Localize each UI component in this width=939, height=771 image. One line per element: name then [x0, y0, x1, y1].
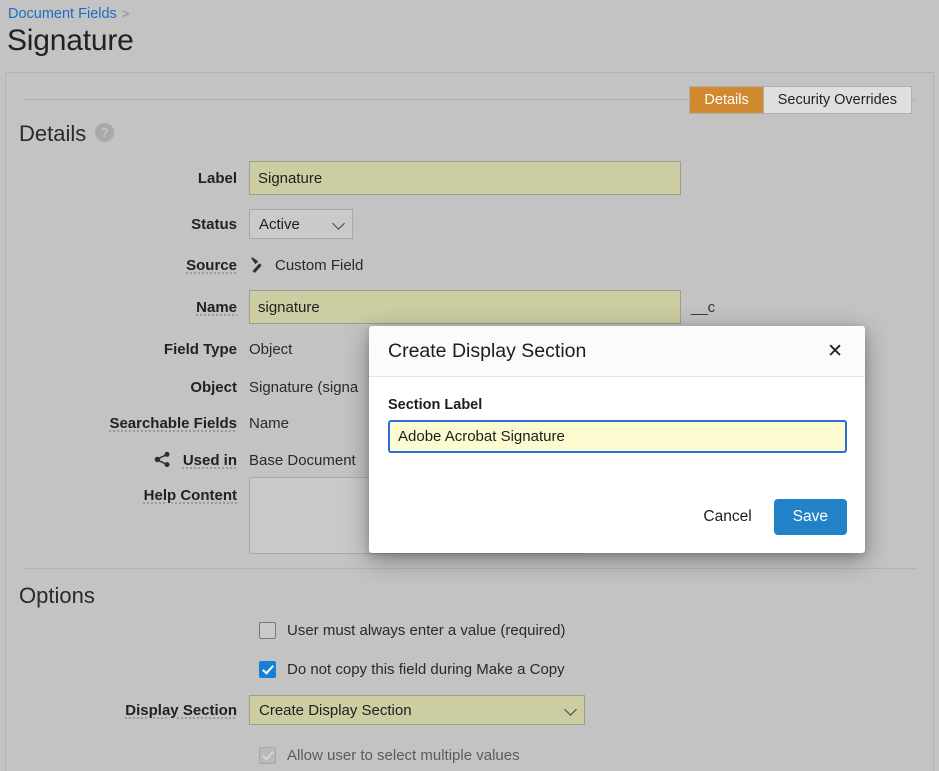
no-copy-checkbox-label: Do not copy this field during Make a Cop… — [287, 661, 565, 678]
row-status-value: Active — [249, 209, 353, 239]
row-help-content-caption: Help Content — [6, 477, 249, 504]
row-field-type-value: Object — [249, 341, 292, 358]
row-display-section-value: Create Display Section — [249, 695, 585, 725]
row-name-caption: Name — [6, 299, 249, 316]
row-label-caption: Label — [6, 170, 249, 187]
row-object-value: Signature (signa — [249, 379, 358, 396]
row-source-value: Custom Field — [249, 256, 363, 275]
row-object-caption: Object — [6, 379, 249, 396]
row-status-caption: Status — [6, 216, 249, 233]
options-section-heading: Options — [19, 583, 95, 609]
name-input[interactable] — [249, 290, 681, 324]
dialog-footer: Cancel Save — [369, 499, 865, 553]
row-label-value — [249, 161, 681, 195]
display-section-select-value: Create Display Section — [259, 702, 412, 719]
save-button[interactable]: Save — [774, 499, 847, 535]
no-copy-checkbox-row: Do not copy this field during Make a Cop… — [259, 661, 565, 678]
tab-security-overrides[interactable]: Security Overrides — [763, 87, 911, 113]
row-status: Status Active — [6, 209, 933, 239]
dialog-body: Section Label — [369, 377, 865, 499]
required-checkbox-row: User must always enter a value (required… — [259, 622, 565, 639]
create-display-section-dialog: Create Display Section ✕ Section Label C… — [369, 326, 865, 553]
multi-values-checkbox-row: Allow user to select multiple values — [259, 747, 520, 764]
close-icon[interactable]: ✕ — [823, 339, 847, 364]
row-source-text: Custom Field — [275, 257, 363, 274]
row-searchable-fields-value: Name — [249, 415, 289, 432]
row-display-section-caption: Display Section — [6, 702, 249, 719]
section-label-caption: Section Label — [388, 397, 847, 413]
label-input[interactable] — [249, 161, 681, 195]
help-circle-icon[interactable]: ? — [95, 123, 114, 142]
options-divider — [23, 568, 916, 569]
multi-values-checkbox-label: Allow user to select multiple values — [287, 747, 520, 764]
tab-bar: Details Security Overrides — [689, 86, 912, 114]
hammer-icon — [249, 256, 267, 275]
row-name: Name __c — [6, 290, 933, 324]
row-searchable-fields-caption: Searchable Fields — [6, 415, 249, 432]
status-select-value: Active — [259, 216, 300, 233]
breadcrumb: Document Fields > — [8, 6, 129, 22]
row-source-caption: Source — [6, 257, 249, 274]
row-name-value: __c — [249, 290, 715, 324]
row-source: Source Custom Field — [6, 256, 933, 275]
tab-details[interactable]: Details — [690, 87, 762, 113]
display-section-select[interactable]: Create Display Section — [249, 695, 585, 725]
details-section-heading: Details? — [19, 121, 114, 147]
row-label: Label — [6, 161, 933, 195]
row-display-section: Display Section Create Display Section — [6, 695, 933, 725]
multi-values-checkbox — [259, 747, 276, 764]
row-field-type-caption: Field Type — [6, 341, 249, 358]
required-checkbox-label: User must always enter a value (required… — [287, 622, 565, 639]
row-used-in-value: Base Document — [249, 452, 356, 469]
share-icon — [154, 451, 177, 469]
status-select[interactable]: Active — [249, 209, 353, 239]
dialog-title: Create Display Section — [388, 340, 823, 363]
row-used-in-caption: Used in — [183, 452, 237, 469]
breadcrumb-separator: > — [122, 6, 130, 21]
details-heading-text: Details — [19, 121, 86, 146]
chevron-down-icon — [564, 703, 577, 716]
page-title: Signature — [7, 24, 134, 58]
section-label-input[interactable] — [388, 420, 847, 453]
required-checkbox[interactable] — [259, 622, 276, 639]
dialog-header: Create Display Section ✕ — [369, 326, 865, 377]
chevron-down-icon — [332, 217, 345, 230]
row-used-in-caption-wrap: Used in — [6, 451, 249, 469]
cancel-button[interactable]: Cancel — [697, 500, 757, 534]
breadcrumb-link-document-fields[interactable]: Document Fields — [8, 6, 117, 22]
no-copy-checkbox[interactable] — [259, 661, 276, 678]
name-suffix: __c — [691, 299, 715, 316]
app-root: Document Fields > Signature Details Secur… — [0, 0, 939, 771]
